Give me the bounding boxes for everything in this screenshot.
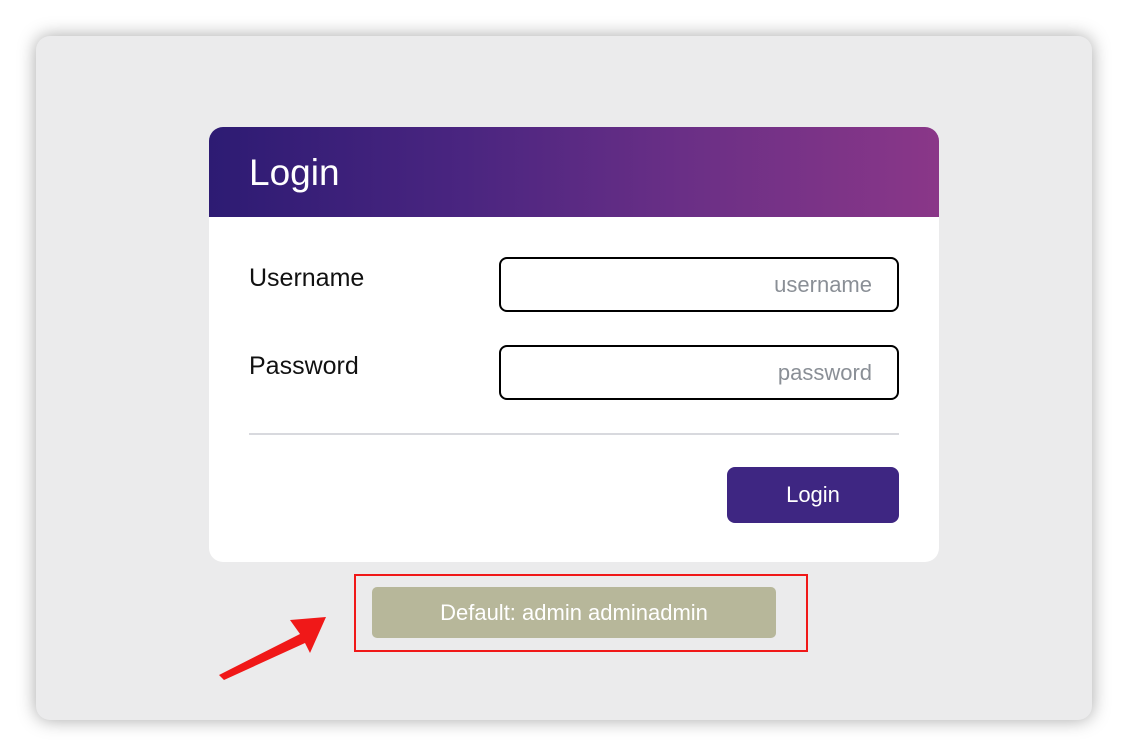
default-credentials-hint: Default: admin adminadmin	[372, 587, 776, 638]
username-label: Username	[249, 264, 365, 292]
login-card: Login Username Password Login	[209, 127, 939, 562]
login-title: Login	[249, 152, 340, 193]
arrow-pointer-icon	[219, 617, 326, 680]
password-input[interactable]	[499, 345, 899, 400]
username-input[interactable]	[499, 257, 899, 312]
password-label: Password	[249, 352, 359, 380]
login-card-header: Login	[209, 127, 939, 217]
login-button[interactable]: Login	[727, 467, 899, 523]
form-divider	[249, 433, 899, 435]
app-window: Login Username Password Login Default: a…	[36, 36, 1092, 720]
